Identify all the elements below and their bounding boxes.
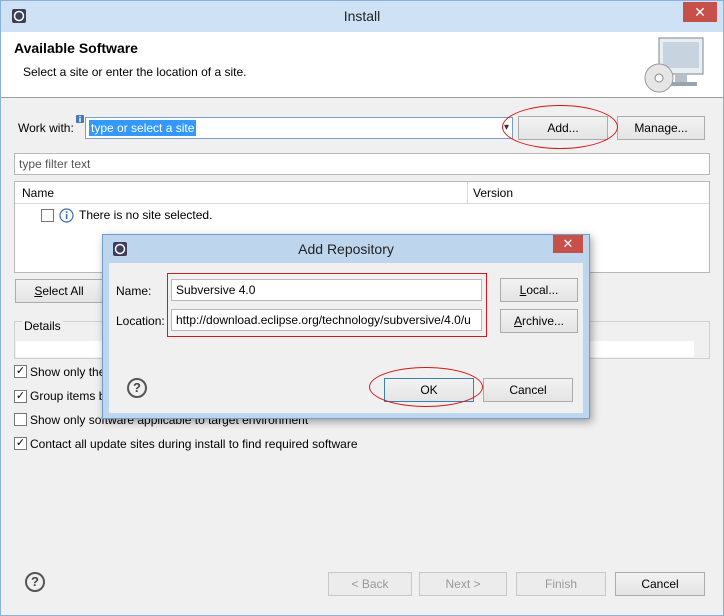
add-repository-dialog: Add Repository ✕ Name: Subversive 4.0 Lo…: [102, 234, 590, 419]
finish-button[interactable]: Finish: [516, 572, 606, 596]
help-icon[interactable]: ?: [25, 572, 45, 592]
cancel-button[interactable]: Cancel: [615, 572, 705, 596]
title-bar: Install ✕: [1, 1, 723, 32]
work-with-combo[interactable]: type or select a site ▾: [85, 117, 513, 139]
table-header: Name Version: [15, 182, 709, 204]
row-checkbox[interactable]: [41, 209, 54, 222]
local-button[interactable]: Local...: [500, 278, 578, 302]
info-decoration-icon: [76, 115, 84, 123]
page-subtitle: Select a site or enter the location of a…: [23, 65, 247, 79]
window-title: Install: [343, 8, 381, 24]
group-items-label: Group items b: [30, 389, 106, 403]
column-header-name[interactable]: Name: [22, 186, 54, 200]
work-with-label: Work with:: [18, 121, 74, 135]
name-label: Name:: [116, 284, 152, 298]
show-latest-checkbox[interactable]: ✓: [14, 365, 27, 378]
install-window: Install ✕ Available Software Select a si…: [0, 0, 724, 616]
help-icon[interactable]: ?: [127, 378, 147, 398]
page-title: Available Software: [14, 40, 138, 56]
dialog-body: Name: Subversive 4.0 Local... Location: …: [109, 263, 583, 413]
annotation-ellipse-ok: [369, 367, 483, 407]
show-latest-label: Show only the: [30, 365, 106, 379]
column-header-version[interactable]: Version: [473, 186, 513, 200]
window-close-button[interactable]: ✕: [683, 2, 717, 22]
dialog-title: Add Repository: [298, 241, 394, 257]
manage-button[interactable]: Manage...: [617, 116, 705, 140]
dialog-cancel-button[interactable]: Cancel: [483, 378, 573, 402]
annotation-ellipse-add: [502, 105, 618, 149]
back-button[interactable]: < Back: [328, 572, 412, 596]
contact-sites-label: Contact all update sites during install …: [30, 437, 358, 451]
archive-button[interactable]: Archive...: [500, 309, 578, 333]
info-icon: [59, 208, 74, 223]
details-label: Details: [22, 319, 63, 333]
contact-sites-checkbox[interactable]: ✓: [14, 437, 27, 450]
select-all-button[interactable]: Select All: [15, 279, 103, 303]
annotation-box-fields: [167, 273, 487, 337]
wizard-header: Available Software Select a site or ente…: [1, 32, 723, 98]
details-scrollbar[interactable]: [694, 341, 708, 357]
location-label: Location:: [116, 314, 165, 328]
dialog-close-button[interactable]: ✕: [553, 235, 583, 253]
filter-input[interactable]: type filter text: [14, 153, 710, 175]
next-button[interactable]: Next >: [419, 572, 507, 596]
target-env-checkbox[interactable]: [14, 413, 27, 426]
work-with-value[interactable]: type or select a site: [89, 120, 197, 136]
row-text: There is no site selected.: [79, 208, 213, 222]
install-cd-icon: [644, 37, 704, 93]
column-divider: [467, 182, 468, 204]
group-items-checkbox[interactable]: ✓: [14, 390, 27, 403]
